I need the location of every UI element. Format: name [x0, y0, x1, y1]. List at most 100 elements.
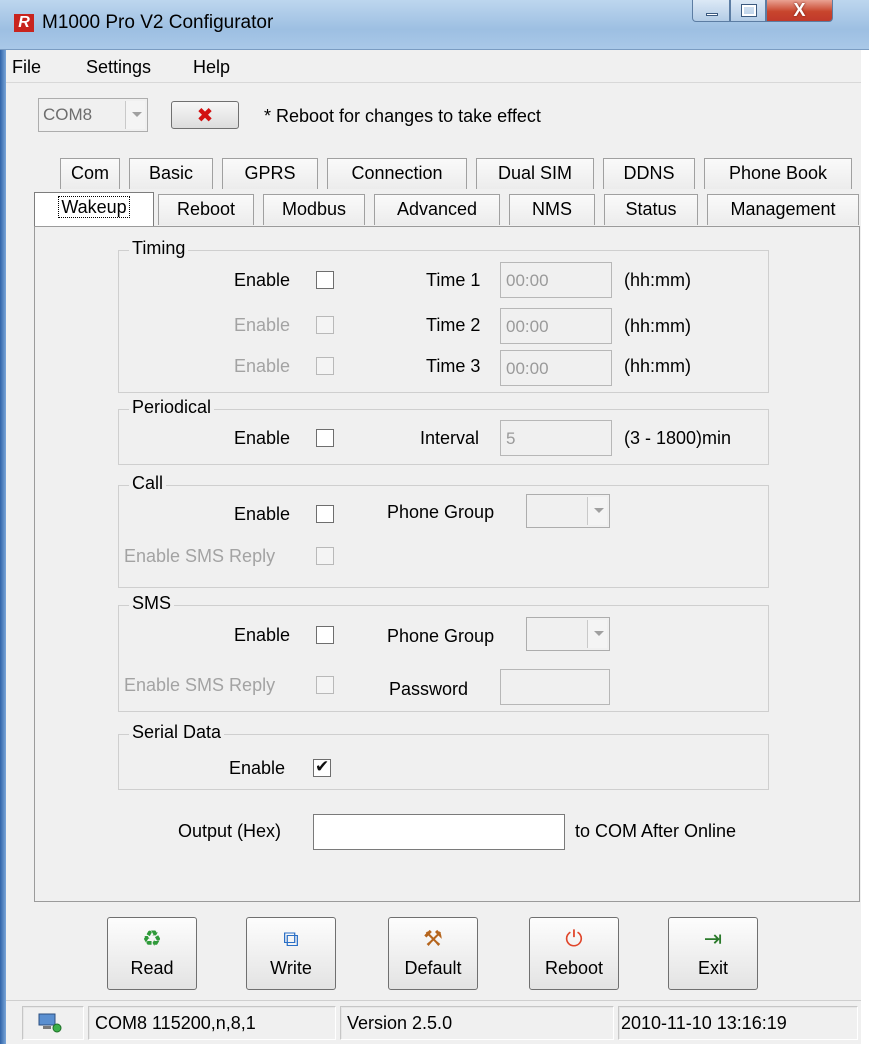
- periodical-enable-checkbox[interactable]: [316, 429, 334, 447]
- periodical-enable-label: Enable: [234, 428, 291, 448]
- tab-modbus[interactable]: Modbus: [263, 194, 365, 225]
- sms-sms-reply-label: Enable SMS Reply: [124, 675, 276, 695]
- tab-nms[interactable]: NMS: [509, 194, 595, 225]
- output-hex-input[interactable]: [313, 814, 565, 850]
- read-button-label: Read: [130, 958, 174, 978]
- network-computer-icon: [38, 1013, 62, 1033]
- call-group-title: Call: [129, 473, 167, 494]
- status-bar: COM8 115200,n,8,1 Version 2.5.0 2010-11-…: [6, 1000, 861, 1044]
- com-port-select[interactable]: COM8: [38, 98, 148, 132]
- reboot-button-label: Reboot: [544, 958, 604, 978]
- sms-enable-label: Enable: [234, 625, 291, 645]
- read-button[interactable]: ♻ Read: [107, 917, 197, 990]
- interval-label: Interval: [420, 428, 480, 448]
- serial-data-group: Serial Data: [118, 722, 769, 790]
- default-button-label: Default: [404, 958, 462, 978]
- window-frame-left: [0, 50, 6, 1044]
- tab-dual-sim[interactable]: Dual SIM: [476, 158, 594, 189]
- serial-data-group-title: Serial Data: [129, 722, 225, 743]
- sms-password-input[interactable]: [500, 669, 610, 705]
- tab-label: GPRS: [244, 163, 296, 183]
- default-button[interactable]: ⚒ Default: [388, 917, 478, 990]
- chevron-down-icon: [125, 101, 145, 129]
- timing-enable-3-checkbox[interactable]: [316, 357, 334, 375]
- time-1-value: 00:00: [506, 271, 549, 290]
- call-phone-group-select[interactable]: [526, 494, 610, 528]
- tab-label: Modbus: [281, 199, 347, 219]
- tab-label: Reboot: [176, 199, 236, 219]
- call-group: Call: [118, 473, 769, 588]
- call-enable-checkbox[interactable]: [316, 505, 334, 523]
- window-title: M1000 Pro V2 Configurator: [42, 12, 274, 33]
- sms-phone-group-select[interactable]: [526, 617, 610, 651]
- periodical-group-title: Periodical: [129, 397, 215, 418]
- tab-connection[interactable]: Connection: [327, 158, 467, 189]
- interval-input[interactable]: 5: [500, 420, 612, 456]
- tab-label: NMS: [532, 199, 572, 219]
- tab-basic[interactable]: Basic: [129, 158, 213, 189]
- time-1-label: Time 1: [426, 270, 481, 290]
- exit-button[interactable]: ⇥ Exit: [668, 917, 758, 990]
- chevron-down-icon: [587, 620, 607, 648]
- window-frame-right: [861, 50, 869, 1044]
- reboot-button[interactable]: ⏻ Reboot: [529, 917, 619, 990]
- chevron-down-icon: [587, 497, 607, 525]
- time-2-input[interactable]: 00:00: [500, 308, 612, 344]
- menu-settings[interactable]: Settings: [86, 57, 151, 78]
- time-3-input[interactable]: 00:00: [500, 350, 612, 386]
- timing-enable-1-checkbox[interactable]: [316, 271, 334, 289]
- windows-icon: ⧉: [283, 926, 299, 951]
- sms-password-label: Password: [389, 679, 469, 699]
- status-port-cell: COM8 115200,n,8,1: [88, 1006, 336, 1040]
- power-icon: ⏻: [565, 926, 583, 951]
- tools-icon: ⚒: [423, 926, 443, 951]
- tab-label: DDNS: [623, 163, 675, 183]
- output-hex-suffix: to COM After Online: [575, 821, 737, 841]
- disconnect-button[interactable]: ✖: [171, 101, 239, 129]
- status-version-cell: Version 2.5.0: [340, 1006, 614, 1040]
- tab-status[interactable]: Status: [604, 194, 698, 225]
- menu-help[interactable]: Help: [193, 57, 230, 78]
- tab-phone-book[interactable]: Phone Book: [704, 158, 852, 189]
- tab-label: Phone Book: [728, 163, 828, 183]
- tab-label: Wakeup: [58, 196, 130, 218]
- tab-label: Dual SIM: [497, 163, 573, 183]
- time-1-unit: (hh:mm): [624, 270, 691, 290]
- time-3-label: Time 3: [426, 356, 481, 376]
- tab-label: Management: [730, 199, 836, 219]
- time-1-input[interactable]: 00:00: [500, 262, 612, 298]
- interval-range: (3 - 1800)min: [624, 428, 732, 448]
- tab-reboot[interactable]: Reboot: [158, 194, 254, 225]
- sms-sms-reply-checkbox[interactable]: [316, 676, 334, 694]
- tab-advanced[interactable]: Advanced: [374, 194, 500, 225]
- write-button[interactable]: ⧉ Write: [246, 917, 336, 990]
- status-port-text: COM8 115200,n,8,1: [95, 1013, 256, 1033]
- tab-label: Status: [625, 199, 677, 219]
- reboot-note: * Reboot for changes to take effect: [264, 106, 541, 126]
- maximize-button[interactable]: [730, 0, 766, 22]
- serial-data-enable-checkbox[interactable]: ✔: [313, 757, 331, 777]
- time-2-value: 00:00: [506, 317, 549, 336]
- status-datetime-cell: 2010-11-10 13:16:19: [618, 1006, 858, 1040]
- tab-management[interactable]: Management: [707, 194, 859, 225]
- close-button[interactable]: X: [766, 0, 833, 22]
- timing-enable-2-checkbox[interactable]: [316, 316, 334, 334]
- tab-com[interactable]: Com: [60, 158, 120, 189]
- tab-gprs[interactable]: GPRS: [222, 158, 318, 189]
- sms-enable-checkbox[interactable]: [316, 626, 334, 644]
- minimize-button[interactable]: [692, 0, 730, 22]
- call-sms-reply-checkbox[interactable]: [316, 547, 334, 565]
- timing-enable-1-label: Enable: [234, 270, 291, 290]
- menu-file[interactable]: File: [12, 57, 41, 78]
- minimize-icon: [706, 13, 718, 16]
- time-2-label: Time 2: [426, 315, 481, 335]
- maximize-icon: [741, 4, 757, 17]
- tab-ddns[interactable]: DDNS: [603, 158, 695, 189]
- time-3-value: 00:00: [506, 359, 549, 378]
- tab-label: Com: [70, 163, 109, 183]
- timing-enable-2-label: Enable: [234, 315, 291, 335]
- serial-data-enable-label: Enable: [229, 758, 286, 778]
- exit-door-icon: ⇥: [703, 926, 723, 951]
- tab-wakeup[interactable]: Wakeup: [34, 192, 154, 226]
- title-bar[interactable]: R M1000 Pro V2 Configurator X: [0, 0, 869, 50]
